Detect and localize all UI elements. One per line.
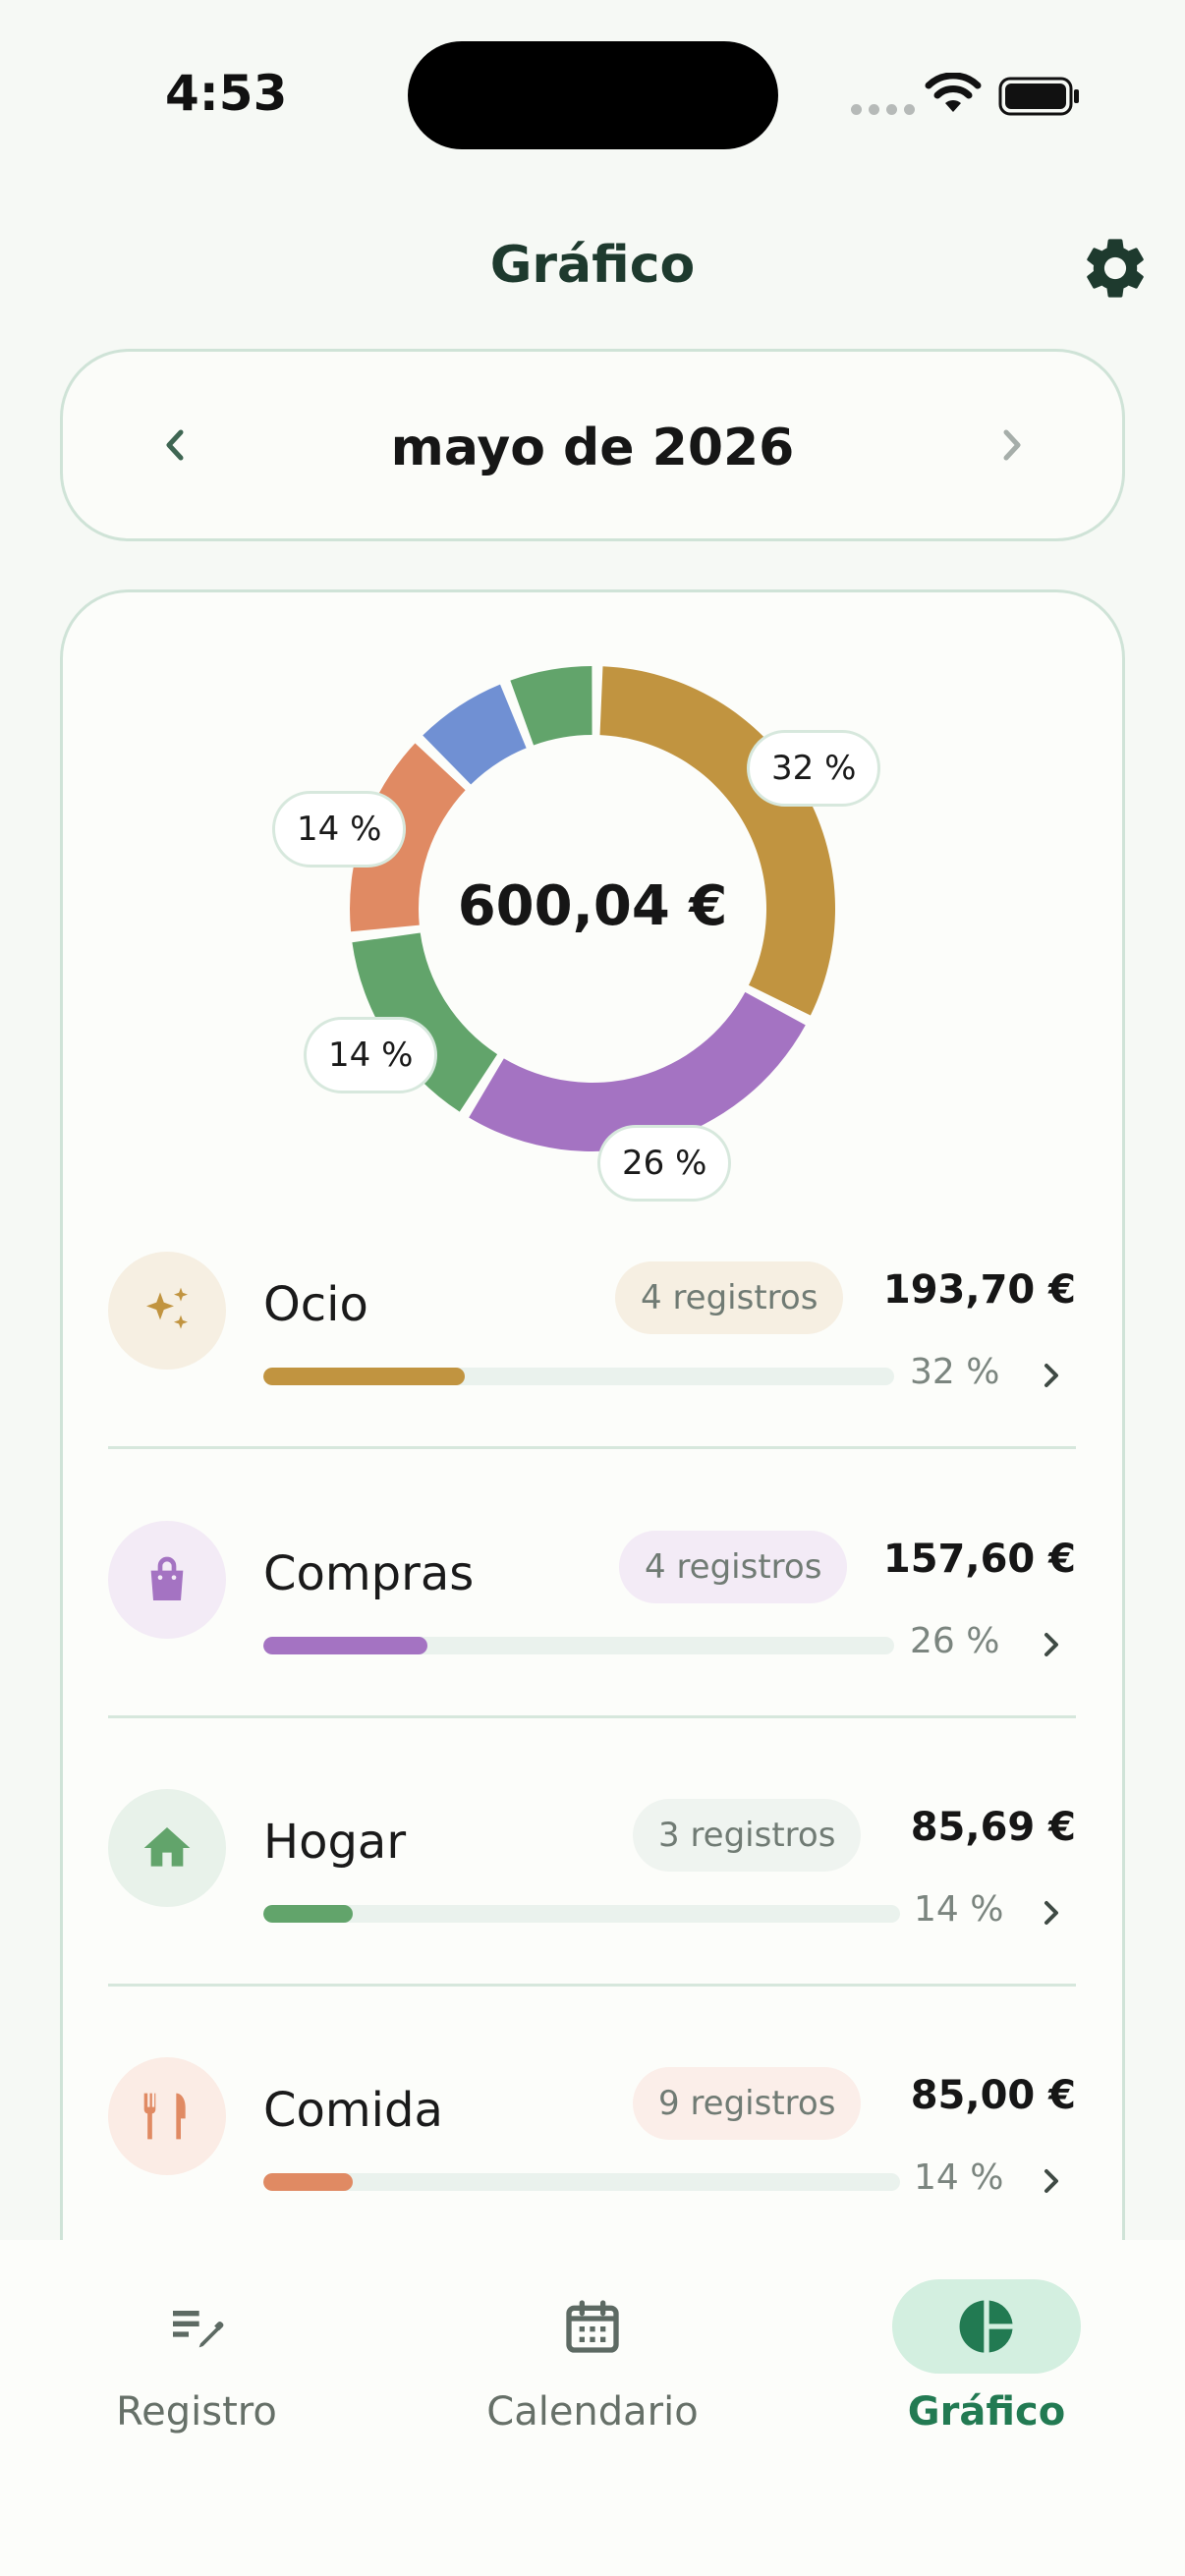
chart-label-hogar: 14 % bbox=[304, 1017, 438, 1093]
chevron-right-icon bbox=[1044, 1633, 1058, 1656]
category-row-hogar[interactable]: Hogar 3 registros 85,69 € 14 % bbox=[108, 1765, 1076, 1991]
chart-label-ocio: 32 % bbox=[747, 730, 881, 807]
row-divider bbox=[108, 1984, 1076, 1987]
tab-bar: Registro Calendario Gráfico bbox=[0, 2240, 1185, 2576]
category-percent: 26 % bbox=[910, 1621, 1000, 1661]
category-progress-bar bbox=[263, 1637, 894, 1654]
shopping-bag-icon bbox=[108, 1521, 226, 1639]
chevron-right-icon bbox=[1044, 1364, 1058, 1387]
row-divider bbox=[108, 1446, 1076, 1449]
fork-knife-icon bbox=[108, 2057, 226, 2175]
month-label: mayo de 2026 bbox=[390, 419, 795, 477]
category-row-compras[interactable]: Compras 4 registros 157,60 € 26 % bbox=[108, 1497, 1076, 1723]
next-month-chevron-icon[interactable] bbox=[985, 411, 1044, 479]
dynamic-island bbox=[408, 41, 778, 149]
edit-list-icon bbox=[102, 2279, 291, 2374]
tab-registro[interactable]: Registro bbox=[59, 2279, 334, 2476]
wifi-icon bbox=[925, 73, 982, 112]
tab-label: Gráfico bbox=[907, 2389, 1066, 2435]
chart-label-comida: 14 % bbox=[272, 791, 407, 868]
chevron-right-icon bbox=[1044, 2169, 1058, 2193]
cellular-signal-icon bbox=[851, 104, 915, 115]
category-progress-bar bbox=[263, 1368, 894, 1385]
progress-fill bbox=[263, 1905, 353, 1923]
category-progress-bar bbox=[263, 2173, 900, 2191]
tab-grafico[interactable]: Gráfico bbox=[849, 2279, 1124, 2476]
tab-label: Registro bbox=[116, 2389, 277, 2435]
category-percent: 32 % bbox=[910, 1352, 1000, 1392]
page-title: Gráfico bbox=[489, 236, 696, 295]
category-percent: 14 % bbox=[914, 2157, 1004, 2198]
category-name: Comida bbox=[263, 2083, 443, 2138]
calendar-icon bbox=[498, 2279, 687, 2374]
total-amount: 600,04 € bbox=[457, 874, 728, 938]
tab-label: Calendario bbox=[486, 2389, 699, 2435]
category-amount: 157,60 € bbox=[882, 1537, 1076, 1582]
pie-chart-icon bbox=[892, 2279, 1081, 2374]
progress-fill bbox=[263, 1637, 427, 1654]
record-count-badge: 9 registros bbox=[633, 2067, 862, 2140]
chart-label-compras: 26 % bbox=[597, 1125, 732, 1202]
home-icon bbox=[108, 1789, 226, 1907]
category-amount: 85,69 € bbox=[910, 1805, 1076, 1850]
month-selector: mayo de 2026 bbox=[60, 349, 1125, 541]
status-time: 4:53 bbox=[165, 65, 288, 122]
record-count-badge: 3 registros bbox=[633, 1799, 862, 1872]
category-amount: 85,00 € bbox=[910, 2073, 1076, 2118]
category-percent: 14 % bbox=[914, 1889, 1004, 1930]
record-count-badge: 4 registros bbox=[615, 1261, 844, 1334]
category-row-ocio[interactable]: Ocio 4 registros 193,70 € 32 % bbox=[108, 1228, 1076, 1454]
record-count-badge: 4 registros bbox=[619, 1531, 848, 1603]
row-divider bbox=[108, 1715, 1076, 1718]
category-amount: 193,70 € bbox=[882, 1267, 1076, 1313]
settings-gear-icon[interactable] bbox=[1079, 232, 1152, 305]
progress-fill bbox=[263, 2173, 353, 2191]
tab-calendario[interactable]: Calendario bbox=[455, 2279, 730, 2476]
battery-icon bbox=[998, 77, 1079, 116]
progress-fill bbox=[263, 1368, 466, 1385]
sparkles-icon bbox=[108, 1252, 226, 1370]
category-name: Compras bbox=[263, 1546, 475, 1601]
category-name: Ocio bbox=[263, 1277, 368, 1332]
category-row-comida[interactable]: Comida 9 registros 85,00 € 14 % bbox=[108, 2034, 1076, 2260]
chevron-right-icon bbox=[1044, 1901, 1058, 1925]
category-name: Hogar bbox=[263, 1815, 407, 1870]
category-progress-bar bbox=[263, 1905, 900, 1923]
